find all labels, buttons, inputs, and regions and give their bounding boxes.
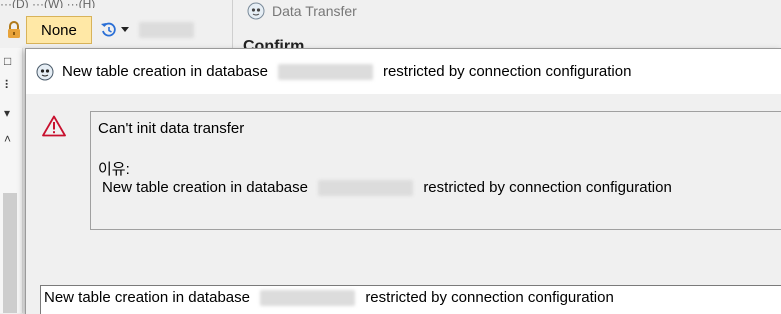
dropdown-arrow-icon[interactable]: ▾ xyxy=(4,106,10,120)
transaction-mode-button[interactable]: None xyxy=(26,16,92,44)
error-message-field[interactable]: New table creation in database restricte… xyxy=(40,285,781,314)
redacted-database-name xyxy=(260,290,356,307)
chevron-up-icon[interactable]: ˄ xyxy=(4,132,11,146)
lock-icon[interactable] xyxy=(6,19,22,41)
dbeaver-icon xyxy=(247,2,265,20)
error-message-suffix: restricted by connection configuration xyxy=(423,179,672,196)
warning-icon xyxy=(42,115,66,137)
transaction-mode-label: None xyxy=(41,21,77,39)
dbeaver-icon xyxy=(36,63,54,80)
data-transfer-window: Data Transfer Confirm xyxy=(232,0,781,55)
data-transfer-title: Data Transfer xyxy=(272,3,357,19)
panel-icon: □ xyxy=(4,54,12,68)
error-dialog: New table creation in database restricte… xyxy=(25,48,781,314)
chevron-down-icon xyxy=(120,27,129,32)
redacted-connection xyxy=(138,22,194,38)
reason-label: 이유: xyxy=(98,161,130,178)
dialog-title-prefix: New table creation in database xyxy=(62,63,268,80)
error-dialog-titlebar[interactable]: New table creation in database restricte… xyxy=(26,49,781,94)
error-message: New table creation in database restricte… xyxy=(102,179,672,197)
left-side-panel: □ ⠇ ▾ ˄ xyxy=(0,48,23,313)
dialog-title-suffix: restricted by connection configuration xyxy=(382,63,632,80)
app-menu-bar[interactable]: ···(D) ···(W) ···(H) xyxy=(0,0,240,8)
app-toolbar: None xyxy=(0,12,240,48)
error-field-prefix: New table creation in database xyxy=(44,289,250,306)
error-field-suffix: restricted by connection configuration xyxy=(365,289,614,306)
error-title: Can't init data transfer xyxy=(98,120,245,137)
data-transfer-titlebar: Data Transfer xyxy=(247,2,357,20)
drag-handle-icon[interactable]: ⠇ xyxy=(4,78,13,92)
history-dropdown-button[interactable] xyxy=(100,21,129,39)
history-icon xyxy=(100,22,116,37)
scrollbar[interactable] xyxy=(3,193,17,313)
redacted-database-name xyxy=(318,180,414,197)
error-message-prefix: New table creation in database xyxy=(102,179,308,196)
redacted-database-name xyxy=(277,63,373,80)
error-details-box: Can't init data transfer 이유: New table c… xyxy=(90,111,781,230)
